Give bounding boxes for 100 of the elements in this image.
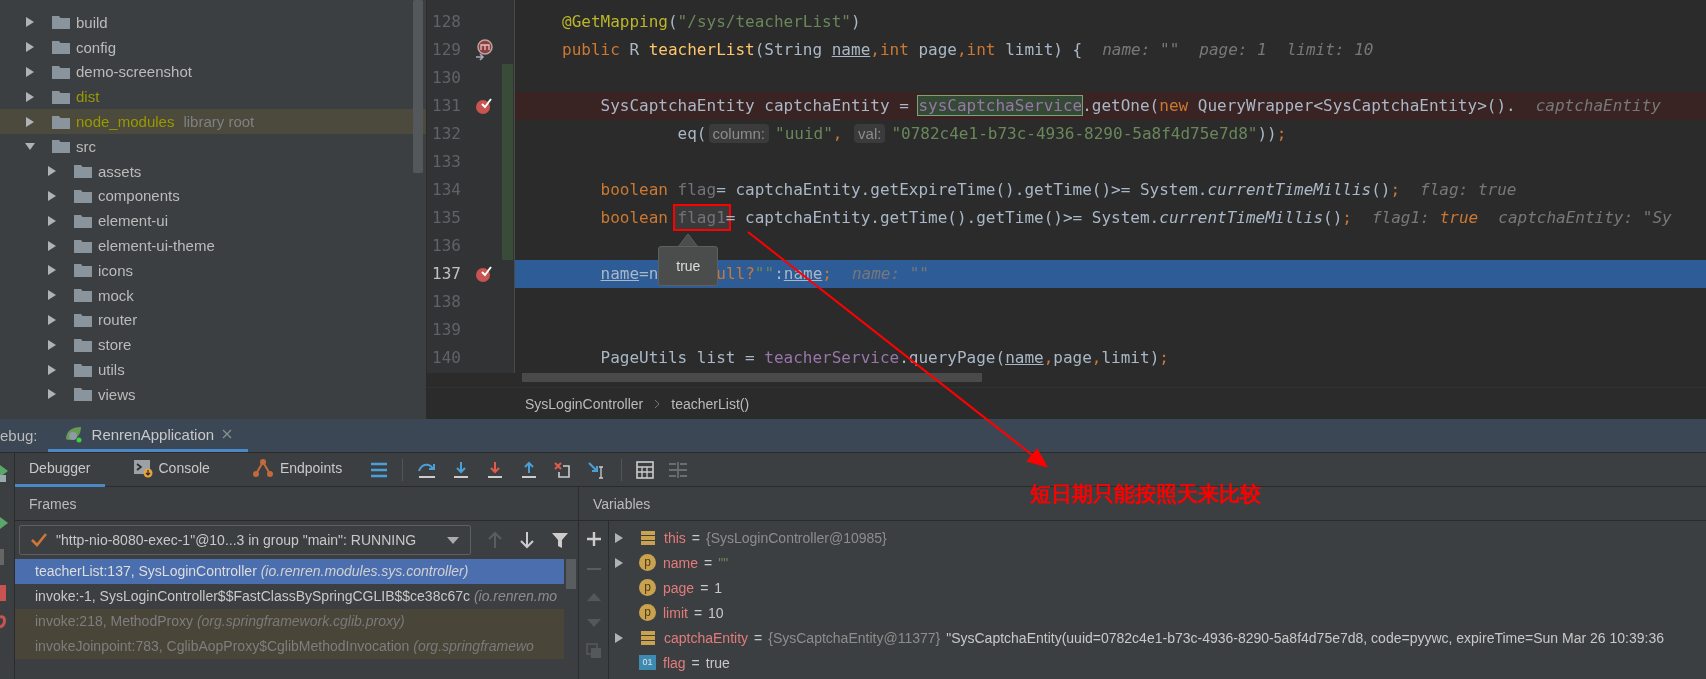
variable-row[interactable]: p page = 1 (609, 575, 1706, 600)
stack-frame[interactable]: invoke:-1, SysLoginController$$FastClassBySpringCGLIB$$ce38c67c (io.renren.mo (15, 584, 564, 609)
expand-arrow-icon[interactable] (24, 41, 36, 54)
method-breakpoint-icon[interactable] (473, 39, 494, 61)
breakpoint-icon[interactable] (473, 96, 494, 116)
folder-icon (74, 362, 92, 377)
view-tab[interactable]: Endpoints (237, 452, 357, 487)
stack-frame[interactable]: teacherList:137, SysLoginController (io.renren.modules.sys.controller) (15, 559, 564, 584)
expand-arrow-icon[interactable] (46, 313, 58, 326)
expand-arrow-icon[interactable] (46, 388, 58, 401)
expand-arrow-icon[interactable] (46, 214, 58, 227)
folder-icon (52, 40, 70, 55)
close-icon[interactable] (222, 429, 233, 439)
inline-value-hint: captchaEntity: "Sy (1498, 208, 1672, 227)
breadcrumb[interactable]: SysLoginController (525, 395, 644, 412)
breadcrumb[interactable]: teacherList() (671, 395, 750, 412)
expand-arrow-icon[interactable] (24, 90, 36, 103)
keyword-text: public (562, 40, 621, 59)
breakpoint-icon[interactable] (473, 264, 494, 284)
view-tab[interactable]: Debugger (15, 452, 105, 487)
folder-icon (74, 387, 92, 402)
expand-arrow-icon[interactable] (24, 66, 36, 78)
keyword-text: ; (1276, 124, 1287, 143)
string-literal: "uuid" (775, 124, 833, 143)
variable-row[interactable]: this = {SysLoginController@10985} (609, 525, 1706, 550)
folder-icon (74, 288, 92, 303)
method-name: teacherList (648, 40, 755, 59)
inline-value-hint: flag1: (1371, 208, 1430, 227)
tree-item[interactable]: element-ui (0, 208, 426, 234)
variable-row[interactable]: 01 flag = true (609, 650, 1706, 675)
expand-arrow-icon[interactable] (46, 239, 58, 252)
keyword-text: ull? (716, 264, 755, 283)
tree-item[interactable]: dist (0, 84, 426, 110)
filter-icon[interactable] (551, 531, 569, 549)
tree-item[interactable]: element-ui-theme (0, 233, 426, 258)
folder-icon (74, 213, 92, 228)
folder-icon (74, 164, 92, 179)
tree-item[interactable]: router (0, 307, 426, 333)
field-name: teacherService (764, 348, 900, 367)
tree-item[interactable]: views (0, 381, 426, 407)
tree-item[interactable]: store (0, 332, 426, 358)
scrollbar-thumb[interactable] (413, 0, 423, 173)
code-text: =n (639, 264, 659, 283)
keyword-text: boolean (599, 208, 669, 227)
tree-item[interactable]: mock (0, 282, 426, 308)
panel-label: ebug: (0, 426, 38, 446)
thread-dropdown[interactable]: "http-nio-8080-exec-1"@10...3 in group "main": RUNNING (19, 525, 471, 555)
run-config-tab[interactable]: RenrenApplication (47, 419, 249, 452)
code-text: = captchaEntity.getExpireTime().getTime()>= System. (716, 180, 1208, 199)
parameter-name: name (831, 40, 871, 59)
expand-arrow-icon[interactable] (613, 531, 625, 544)
expand-arrow-icon[interactable] (46, 264, 58, 277)
console-icon (132, 458, 153, 478)
method-call: currentTimeMillis (1207, 180, 1372, 199)
code-text: PageUtils list = (599, 348, 756, 367)
tree-item[interactable]: build (0, 10, 426, 35)
tree-item[interactable]: components (0, 183, 426, 209)
keyword-text: , (1091, 348, 1102, 367)
add-icon[interactable] (585, 531, 602, 547)
tree-item[interactable]: utils (0, 357, 426, 382)
parameter-name: name (599, 264, 640, 283)
code-text: limit) { (1005, 40, 1083, 59)
expand-arrow-icon[interactable] (46, 289, 58, 302)
tree-item[interactable]: icons (0, 257, 426, 283)
expand-arrow-icon[interactable] (613, 631, 625, 644)
keyword-text: , (832, 124, 844, 143)
folder-icon (74, 337, 92, 352)
expand-arrow-icon[interactable] (24, 115, 36, 128)
expand-arrow-icon[interactable] (46, 363, 58, 376)
expand-arrow-icon[interactable] (24, 16, 36, 29)
check-icon (30, 532, 48, 548)
keyword-text: ,int (956, 40, 997, 59)
scrollbar-thumb[interactable] (566, 559, 576, 589)
code-text: ( (667, 12, 678, 31)
tree-item[interactable]: assets (0, 158, 426, 184)
variable-row[interactable]: p name = "" (609, 550, 1706, 575)
tree-item[interactable]: node_modules library root (0, 109, 426, 134)
expand-arrow-icon[interactable] (46, 165, 58, 178)
tree-item[interactable]: src (0, 134, 426, 159)
menu-icon[interactable] (370, 461, 389, 478)
code-text: )) (1257, 124, 1277, 143)
inline-value-hint: flag: true (1420, 180, 1517, 199)
expand-arrow-icon[interactable] (46, 189, 58, 202)
parameter-icon: p (639, 604, 656, 621)
tree-item[interactable]: demo-screenshot (0, 59, 426, 85)
tree-item[interactable]: config (0, 34, 426, 60)
view-tab[interactable]: Console (118, 452, 224, 487)
expand-arrow-icon[interactable] (46, 338, 58, 351)
parameter-icon: p (639, 579, 656, 596)
expand-arrow-icon[interactable] (613, 556, 625, 569)
variable-row[interactable]: p limit = 10 (609, 600, 1706, 625)
annotation-text: @GetMapping (562, 12, 668, 31)
code-text: .getOne( (1082, 96, 1160, 115)
variable-row[interactable]: captchaEntity = {SysCaptchaEntity@11377} "SysCaptchaEntity(uuid=0782c4e1-b73c-4936-8290-5a8f4d75e7d8, code=pyywc, expireTime=Sun Mar 26 10:39:36 (609, 625, 1706, 650)
calculator-icon[interactable] (636, 460, 655, 479)
down-arrow-icon[interactable] (519, 531, 535, 549)
object-icon (639, 628, 657, 647)
keyword-text: , (1043, 348, 1054, 367)
parameter-name: name (1005, 348, 1044, 367)
scrollbar-thumb[interactable] (522, 373, 982, 383)
